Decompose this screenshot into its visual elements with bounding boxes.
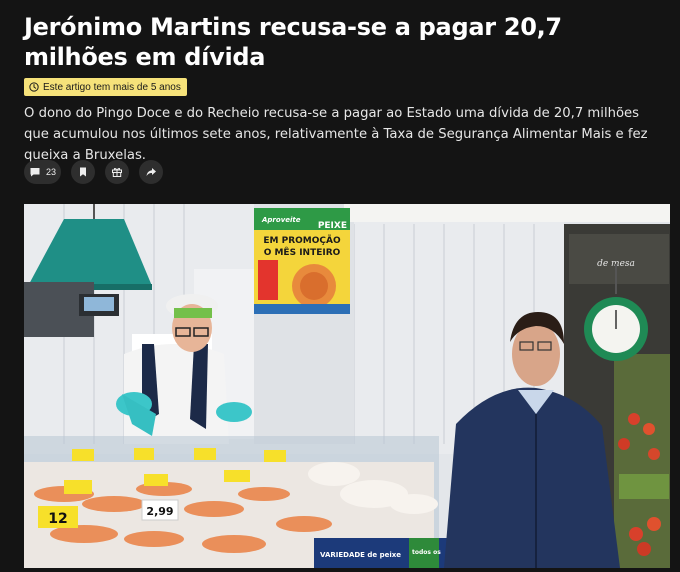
article-actions: 23 <box>24 160 163 184</box>
price-tag-large-value: 12 <box>48 511 67 527</box>
promo-sign-line1: EM PROMOÇÃO <box>263 235 341 246</box>
bookmark-icon <box>80 167 86 177</box>
article-headline: Jerónimo Martins recusa-se a pagar 20,7 … <box>24 13 562 71</box>
promo-sign-top: Aproveite <box>261 216 301 224</box>
comments-count: 23 <box>45 167 56 177</box>
clock-icon <box>29 82 39 92</box>
gift-icon <box>112 168 122 177</box>
promo-sign-line2: O MÊS INTEIRO <box>264 246 341 258</box>
comment-icon <box>30 168 40 177</box>
share-button[interactable] <box>139 160 163 184</box>
article-photo: de mesa Aproveite PEIXE EM PROMOÇÃO O MÊ… <box>24 204 670 568</box>
article-lead: O dono do Pingo Doce e do Recheio recusa… <box>24 106 648 163</box>
counter-banner-right: todos os <box>412 549 441 556</box>
age-badge-text: Este artigo tem mais de 5 anos <box>43 81 181 93</box>
gift-button[interactable] <box>105 160 129 184</box>
comments-button[interactable]: 23 <box>24 160 61 184</box>
counter-banner: VARIEDADE de peixe <box>320 551 401 559</box>
share-icon <box>146 168 156 176</box>
bookmark-button[interactable] <box>71 160 95 184</box>
price-tag-small-value: 2,99 <box>146 505 173 518</box>
promo-sign-category: PEIXE <box>318 221 347 231</box>
photo-illustration: de mesa Aproveite PEIXE EM PROMOÇÃO O MÊ… <box>24 204 670 568</box>
article-age-badge: Este artigo tem mais de 5 anos <box>24 78 187 96</box>
